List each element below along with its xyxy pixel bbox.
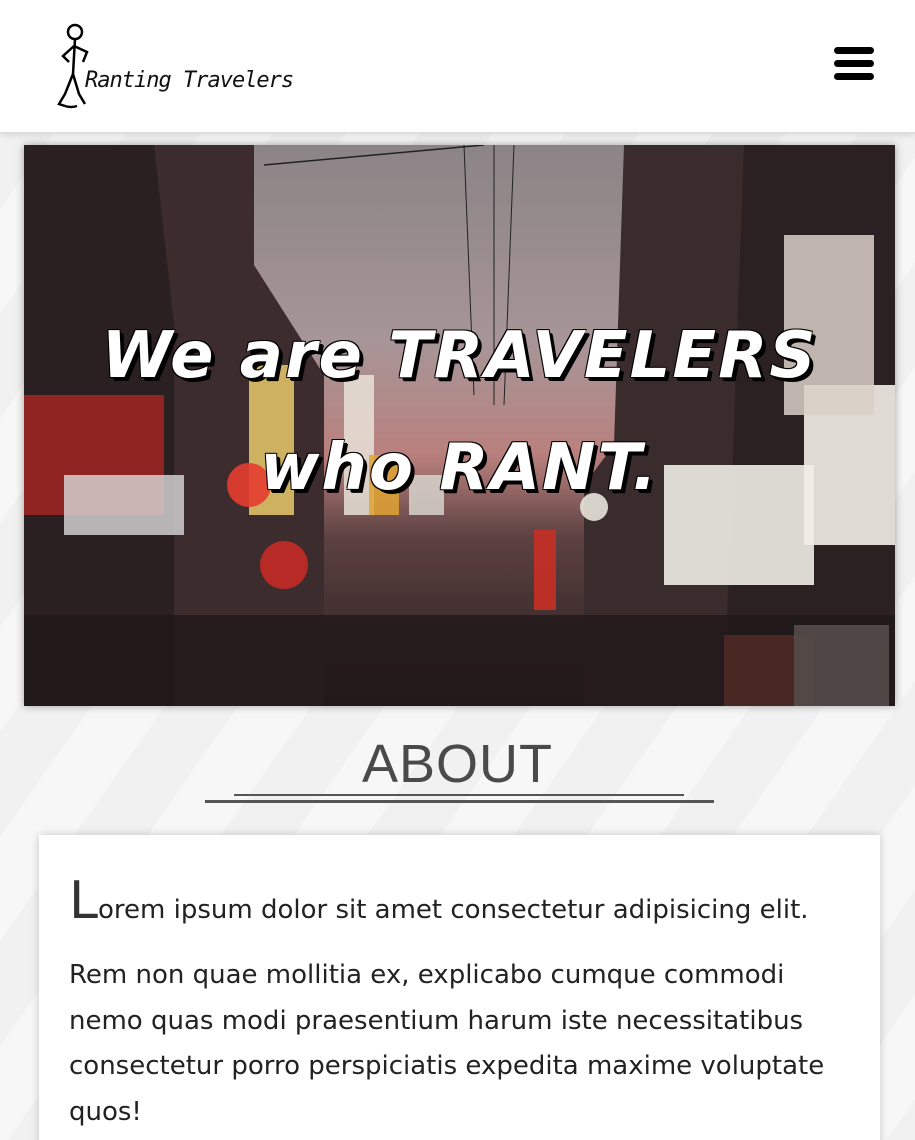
- menu-bar-icon: [834, 60, 874, 67]
- brand-logo[interactable]: Ranting Travelers: [55, 22, 294, 112]
- hero-banner: We are TRAVELERS who RANT.: [24, 145, 895, 706]
- hero-headline-line-1: We are TRAVELERS: [101, 319, 818, 393]
- about-card: Lorem ipsum dolor sit amet consectetur a…: [39, 835, 880, 1140]
- about-heading: ABOUT: [361, 734, 554, 794]
- about-body-paragraph: Rem non quae mollitia ex, explicabo cumq…: [69, 960, 825, 1127]
- menu-bar-icon: [834, 47, 874, 54]
- hamburger-menu-button[interactable]: [834, 47, 874, 83]
- about-underline-top: [234, 794, 684, 796]
- about-lead-paragraph: Lorem ipsum dolor sit amet consectetur a…: [69, 875, 869, 927]
- brand-name: Ranting Travelers: [85, 68, 294, 93]
- menu-bar-icon: [834, 73, 874, 80]
- about-underline: [205, 800, 714, 803]
- site-header: Ranting Travelers: [0, 0, 915, 133]
- hero-headline-line-2: who RANT.: [260, 431, 659, 505]
- about-lead-text: orem ipsum dolor sit amet consectetur ad…: [97, 895, 809, 925]
- drop-cap: L: [69, 871, 98, 931]
- hero-headline: We are TRAVELERS who RANT.: [24, 300, 895, 524]
- stick-figure-icon: [57, 23, 89, 109]
